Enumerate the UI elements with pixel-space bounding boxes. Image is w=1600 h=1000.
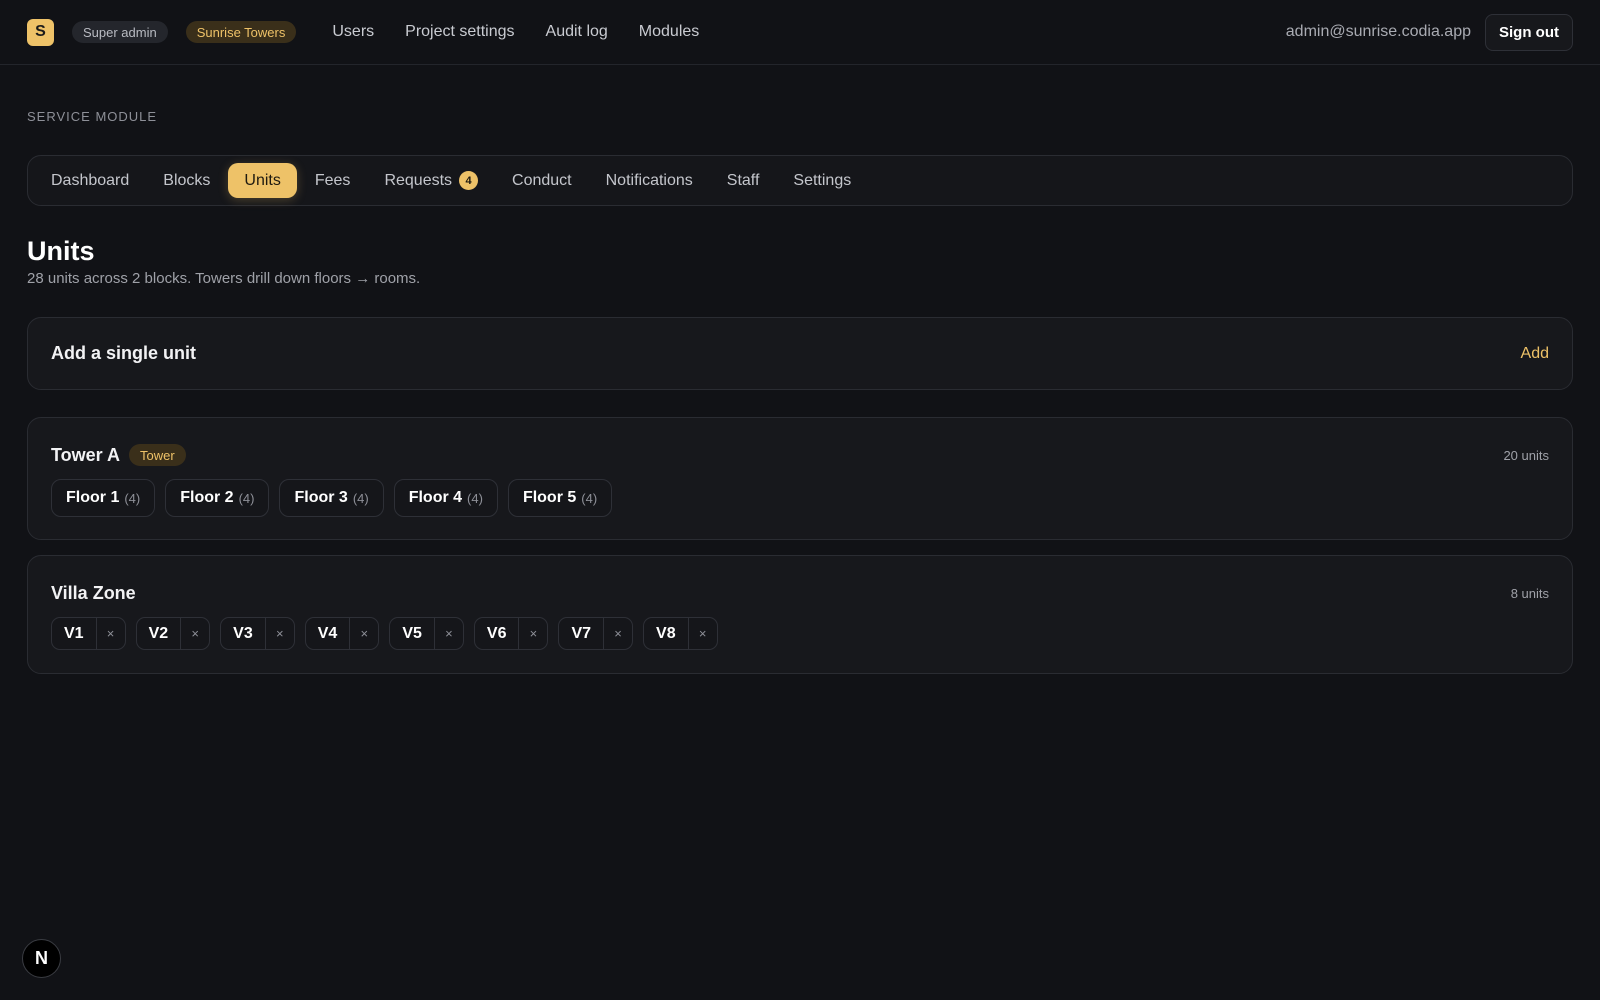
tab-label: Settings (793, 171, 852, 189)
role-badge: Super admin (72, 21, 168, 43)
requests-count-badge: 4 (459, 171, 479, 190)
block-name: Villa Zone (51, 582, 136, 603)
floor-chip[interactable]: Floor 2 (4) (165, 479, 270, 517)
app-logo[interactable]: S (27, 18, 54, 46)
remove-unit-icon[interactable]: × (180, 618, 209, 649)
floor-unit-count: (4) (124, 490, 141, 506)
add-unit-card[interactable]: Add a single unit Add (27, 317, 1573, 390)
tab-label: Conduct (512, 171, 572, 189)
unit-chip[interactable]: V6 × (473, 617, 549, 650)
add-unit-button[interactable]: Add (1521, 345, 1549, 363)
unit-list: V1 × V2 × V3 × V4 × V5 × V6 × V7 × V8 × (51, 617, 1549, 650)
top-nav: Users Project settings Audit log Modules (332, 23, 699, 41)
floor-label: Floor 1 (66, 489, 120, 506)
tab-label: Fees (314, 171, 351, 189)
tab-conduct[interactable]: Conduct (496, 163, 588, 198)
floor-chip[interactable]: Floor 1 (4) (51, 479, 156, 517)
remove-unit-icon[interactable]: × (433, 618, 463, 649)
top-bar: S Super admin Sunrise Towers Users Proje… (0, 0, 1600, 65)
tab-label: Requests (384, 171, 453, 189)
floor-label: Floor 2 (180, 489, 234, 506)
remove-unit-icon[interactable]: × (518, 618, 547, 649)
unit-label[interactable]: V5 (390, 618, 434, 649)
floor-unit-count: (4) (581, 490, 598, 506)
nav-project-settings[interactable]: Project settings (405, 23, 514, 41)
unit-chip[interactable]: V2 × (135, 617, 211, 650)
remove-unit-icon[interactable]: × (687, 618, 717, 649)
tab-notifications[interactable]: Notifications (590, 163, 709, 198)
floor-label: Floor 5 (522, 489, 577, 506)
tab-label: Staff (726, 171, 760, 189)
tab-units[interactable]: Units (228, 163, 297, 198)
unit-label[interactable]: V6 (475, 618, 519, 649)
remove-unit-icon[interactable]: × (264, 618, 294, 649)
floor-chip[interactable]: Floor 4 (4) (393, 479, 498, 517)
page-subtitle: 28 units across 2 blocks. Towers drill d… (27, 270, 421, 287)
tab-dashboard[interactable]: Dashboard (35, 163, 145, 198)
nav-users[interactable]: Users (332, 23, 374, 41)
tab-blocks[interactable]: Blocks (147, 163, 226, 198)
sign-out-button[interactable]: Sign out (1485, 13, 1573, 51)
remove-unit-icon[interactable]: × (95, 618, 125, 649)
unit-label[interactable]: V4 (306, 618, 350, 649)
tab-label: Blocks (163, 171, 211, 189)
unit-chip[interactable]: V8 × (643, 617, 718, 650)
floor-label: Floor 4 (408, 489, 463, 506)
unit-chip[interactable]: V7 × (558, 617, 634, 650)
nav-modules[interactable]: Modules (639, 23, 699, 41)
module-tabs: Dashboard Blocks Units Fees Requests 4 C… (27, 155, 1573, 206)
block-name: Tower A (51, 444, 121, 465)
tab-label: Dashboard (51, 171, 130, 189)
unit-label[interactable]: V7 (559, 618, 603, 649)
tab-label: Notifications (605, 171, 693, 189)
unit-label[interactable]: V3 (221, 618, 265, 649)
unit-label[interactable]: V1 (52, 618, 96, 649)
user-email: admin@sunrise.codia.app (1285, 23, 1471, 40)
floor-unit-count: (4) (352, 490, 369, 506)
add-unit-title: Add a single unit (51, 343, 197, 363)
block-header: Villa Zone 8 units (51, 579, 1549, 607)
remove-unit-icon[interactable]: × (349, 618, 378, 649)
dev-tools-button[interactable]: N (22, 939, 61, 978)
floor-unit-count: (4) (238, 490, 255, 506)
unit-chip[interactable]: V5 × (389, 617, 464, 650)
block-type-badge: Tower (129, 444, 186, 466)
floor-label: Floor 3 (294, 489, 348, 506)
unit-chip[interactable]: V3 × (220, 617, 295, 650)
block-unit-count: 20 units (1503, 447, 1549, 463)
block-card-villa-zone: Villa Zone 8 units V1 × V2 × V3 × V4 × V5 × V… (27, 555, 1573, 674)
remove-unit-icon[interactable]: × (603, 618, 632, 649)
floor-chip[interactable]: Floor 5 (4) (507, 479, 613, 517)
block-header: Tower A Tower 20 units (51, 441, 1549, 469)
nav-audit-log[interactable]: Audit log (546, 23, 608, 41)
tab-requests[interactable]: Requests 4 (368, 163, 494, 198)
tab-settings[interactable]: Settings (777, 163, 867, 198)
block-card-tower-a: Tower A Tower 20 units Floor 1 (4) Floor … (27, 417, 1573, 540)
floor-unit-count: (4) (467, 490, 483, 506)
header-right: admin@sunrise.codia.app Sign out (1285, 13, 1573, 51)
page-title: Units (27, 236, 95, 266)
tab-label: Units (244, 171, 281, 189)
unit-chip[interactable]: V1 × (51, 617, 126, 650)
tab-fees[interactable]: Fees (299, 163, 367, 198)
project-badge[interactable]: Sunrise Towers (185, 21, 297, 43)
unit-chip[interactable]: V4 × (304, 617, 380, 650)
floor-list: Floor 1 (4) Floor 2 (4) Floor 3 (4) Floor 4… (51, 479, 1549, 517)
unit-label[interactable]: V8 (644, 618, 688, 649)
floor-chip[interactable]: Floor 3 (4) (279, 479, 384, 517)
tab-staff[interactable]: Staff (711, 163, 776, 198)
section-label: SERVICE MODULE (27, 109, 158, 124)
block-unit-count: 8 units (1510, 585, 1549, 601)
unit-label[interactable]: V2 (137, 618, 181, 649)
